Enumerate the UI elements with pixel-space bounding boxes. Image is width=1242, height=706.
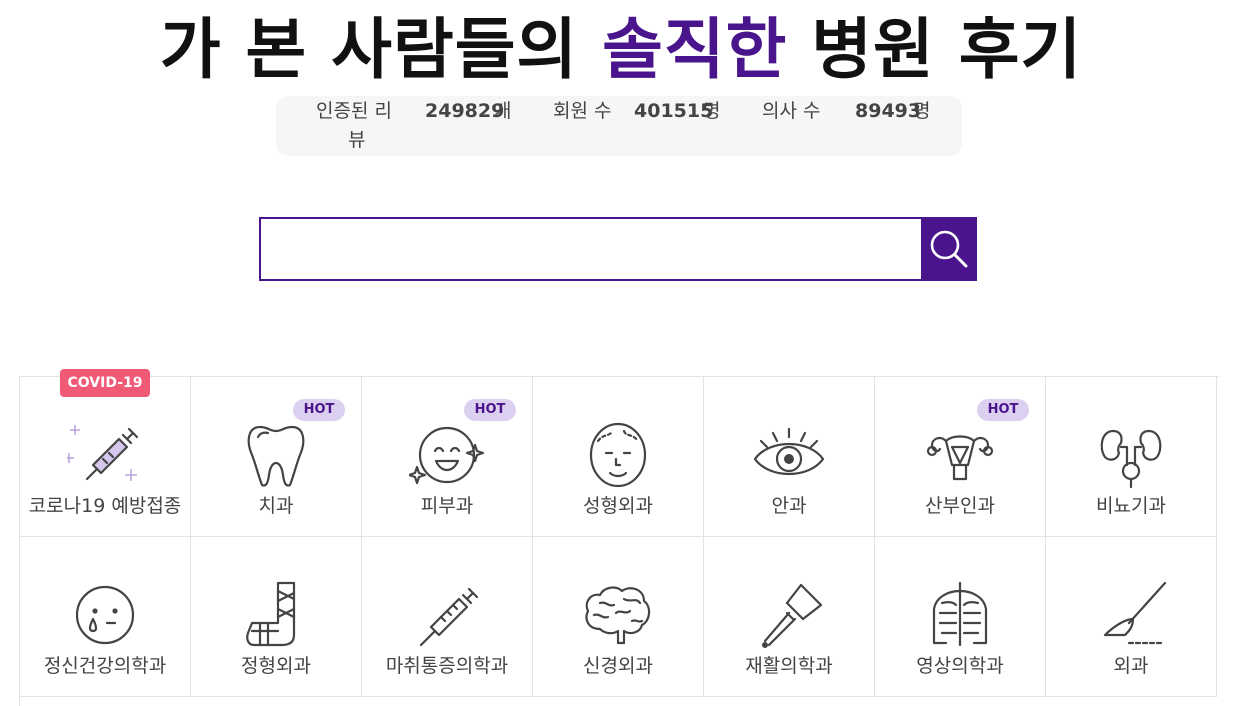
- category-orthopedics[interactable]: 정형외과: [191, 537, 362, 697]
- category-label: 비뇨기과: [1096, 495, 1166, 517]
- category-anesthesiology[interactable]: 마취통증의학과: [362, 537, 533, 697]
- page-headline: 가 본 사람들의 솔직한 병원 후기: [0, 0, 1242, 92]
- smiling-face-icon: [409, 426, 485, 485]
- reviews-label: 인증된 리: [316, 100, 392, 122]
- members-unit: 명: [703, 100, 721, 122]
- brain-icon: [585, 586, 651, 645]
- category-label: 재활의학과: [745, 655, 833, 677]
- category-rehabilitation[interactable]: 재활의학과: [704, 537, 875, 697]
- vaccine-syringe-icon: [67, 425, 139, 481]
- tooth-icon: [247, 425, 305, 487]
- hot-badge: HOT: [293, 399, 345, 421]
- category-label: 산부인과: [925, 495, 995, 517]
- eye-icon: [753, 427, 825, 476]
- hot-badge: HOT: [977, 399, 1029, 421]
- category-ophthalmology[interactable]: 안과: [704, 377, 875, 537]
- category-covid-vaccine[interactable]: COVID-19 코로나19 예방접종: [20, 369, 191, 537]
- crutch-icon: [762, 583, 823, 648]
- crying-face-icon: [75, 585, 135, 645]
- category-psychiatry[interactable]: 정신건강의학과: [20, 537, 191, 697]
- stats-bar: 인증된 리 뷰 249829 개 회원 수 401515 명 의사 수 8949…: [276, 96, 962, 156]
- category-dental[interactable]: HOT 치과: [191, 377, 362, 537]
- xray-icon: [932, 581, 988, 647]
- headline-highlight: 솔직한: [602, 11, 788, 88]
- category-dermatology[interactable]: HOT 피부과: [362, 377, 533, 537]
- search-box: [259, 217, 977, 281]
- category-label: 영상의학과: [916, 655, 1004, 677]
- search-button[interactable]: [921, 217, 977, 281]
- category-grid: COVID-19 코로나19 예방접종 HOT 치과 HOT 피부과 성형외과 …: [19, 369, 1219, 706]
- category-label: 피부과: [420, 495, 474, 517]
- category-obgyn[interactable]: HOT 산부인과: [875, 377, 1046, 537]
- uterus-icon: [926, 435, 994, 481]
- category-urology[interactable]: 비뇨기과: [1046, 377, 1217, 537]
- category-label: 정신건강의학과: [43, 655, 167, 677]
- doctors-label: 의사 수: [762, 100, 821, 122]
- leg-cast-icon: [246, 581, 296, 647]
- category-label: 신경외과: [583, 655, 653, 677]
- doctors-count: 89493: [855, 100, 922, 122]
- reviews-label-wrap: 뷰: [348, 129, 366, 151]
- search-icon: [930, 230, 968, 268]
- category-radiology[interactable]: 영상의학과: [875, 537, 1046, 697]
- hot-badge: HOT: [464, 399, 516, 421]
- category-label: 정형외과: [241, 655, 311, 677]
- members-count: 401515: [634, 100, 714, 122]
- headline-text-1: 가 본 사람들의: [159, 11, 603, 88]
- covid-badge: COVID-19: [60, 369, 150, 397]
- headline-text-2: 병원 후기: [787, 11, 1083, 88]
- members-label: 회원 수: [553, 100, 612, 122]
- category-surgery[interactable]: 외과: [1046, 537, 1217, 697]
- category-label: 치과: [258, 495, 294, 517]
- category-label: 성형외과: [583, 495, 653, 517]
- category-label: 마취통증의학과: [385, 655, 509, 677]
- search-input[interactable]: [261, 219, 921, 279]
- syringe-icon: [419, 587, 479, 647]
- category-label: 외과: [1113, 655, 1149, 677]
- reviews-count: 249829: [425, 100, 505, 122]
- category-label: 안과: [771, 495, 807, 517]
- doctors-unit: 명: [913, 100, 931, 122]
- reviews-unit: 개: [494, 100, 512, 122]
- category-plastic-surgery[interactable]: 성형외과: [533, 377, 704, 537]
- face-icon: [589, 422, 647, 488]
- scalpel-icon: [1103, 581, 1167, 645]
- category-neurosurgery[interactable]: 신경외과: [533, 537, 704, 697]
- category-label: 코로나19 예방접종: [28, 495, 182, 517]
- kidney-icon: [1100, 429, 1162, 489]
